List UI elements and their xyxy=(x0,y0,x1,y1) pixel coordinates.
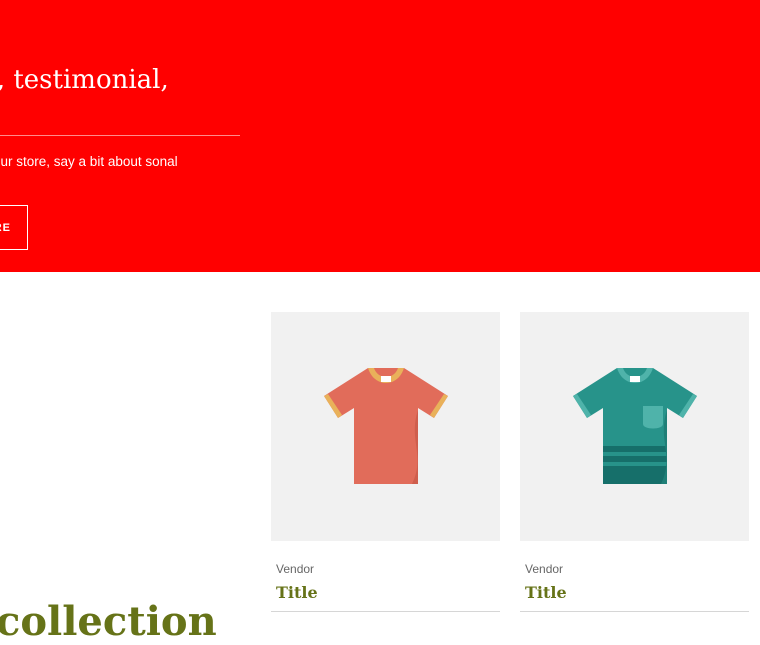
collection-heading: collection xyxy=(0,598,217,645)
hero-divider xyxy=(0,135,240,136)
product-vendor: Vendor xyxy=(276,562,315,576)
product-card[interactable]: Vendor Title xyxy=(520,312,749,612)
hero-button[interactable]: RE xyxy=(0,205,28,250)
product-title[interactable]: Title xyxy=(276,583,500,602)
hero-title: otion, testimonial, ntent xyxy=(0,65,169,95)
coral-tshirt-icon xyxy=(323,367,448,484)
teal-tshirt-icon xyxy=(572,367,697,484)
hero-text: omers to your store, say a bit about son… xyxy=(0,154,178,169)
hero-content: otion, testimonial, ntent omers to your … xyxy=(0,66,240,192)
product-vendor: Vendor xyxy=(525,562,564,576)
hero-button-label: RE xyxy=(0,221,11,234)
product-card[interactable]: Vendor Title xyxy=(271,312,500,612)
product-divider xyxy=(520,611,749,612)
hero-banner: otion, testimonial, ntent omers to your … xyxy=(0,0,760,272)
product-image[interactable] xyxy=(271,312,500,541)
product-divider xyxy=(271,611,500,612)
product-title[interactable]: Title xyxy=(525,583,749,602)
product-image[interactable] xyxy=(520,312,749,541)
